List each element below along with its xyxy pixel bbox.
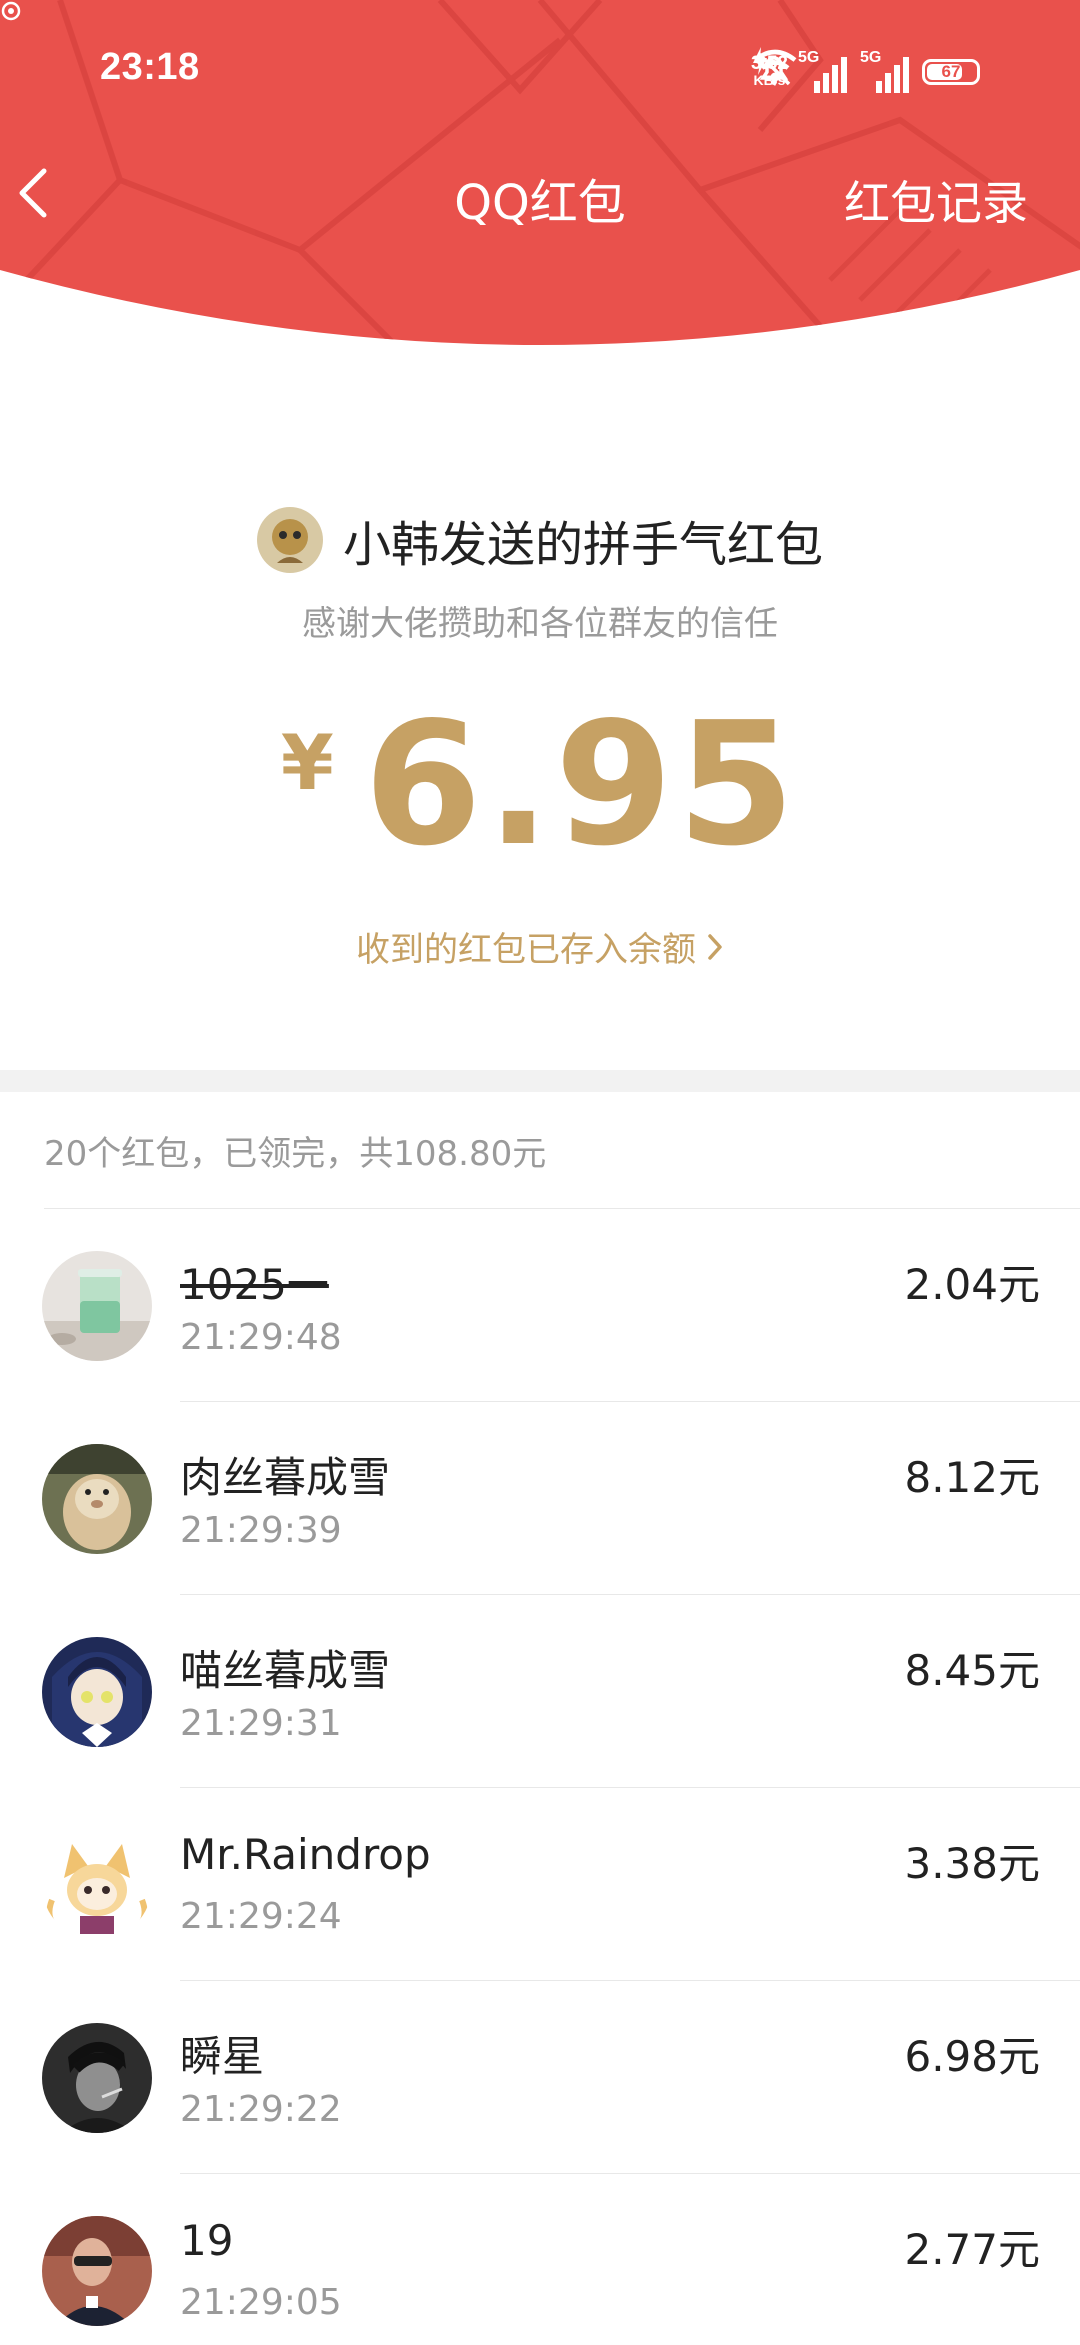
header: 23:18 3.52 KB/s 5G [0, 0, 1080, 372]
amount-value: 6.95 [363, 686, 800, 884]
list-item[interactable]: Mr.Raindrop 21:29:24 3.38元 [0, 1788, 1080, 1981]
sender-avatar[interactable] [256, 507, 323, 573]
sender-title: 小韩发送的拼手气红包 [342, 517, 823, 573]
recipient-name: 瞬星 [180, 2032, 265, 2081]
status-time: 23:18 [100, 46, 200, 88]
list-item[interactable]: 1025一 21:29:48 2.04元 [0, 1209, 1080, 1402]
battery-level: 67 [941, 62, 961, 81]
receive-amount: 6.98元 [904, 2032, 1040, 2081]
receive-time: 21:29:22 [180, 2089, 342, 2130]
status-icons: 3.52 KB/s 5G [751, 46, 980, 98]
chevron-right-icon [708, 933, 722, 960]
receive-time: 21:29:48 [180, 1317, 342, 1358]
balance-link-label: 收到的红包已存入余额 [356, 930, 696, 970]
signal-bars-icon [876, 57, 909, 93]
received-amount: ¥ 6.95 [0, 700, 1080, 880]
currency-symbol: ¥ [280, 718, 334, 807]
list-item[interactable]: 19 21:29:05 2.77元 [0, 2174, 1080, 2345]
signal-bars-icon [814, 57, 847, 93]
fox-girl-avatar [42, 1830, 152, 1940]
anime-girl-avatar [42, 1637, 152, 1747]
receive-time: 21:29:24 [180, 1896, 342, 1937]
list-item[interactable]: 瞬星 21:29:22 6.98元 [0, 1981, 1080, 2174]
hamster-avatar [42, 1444, 152, 1554]
sender-avatar-image [256, 507, 323, 573]
red-packet-record-link[interactable]: 红包记录 [844, 168, 1028, 238]
recipient-list: 1025一 21:29:48 2.04元 肉丝暮成雪 21:29:39 8.12… [0, 1209, 1080, 2345]
location-icon [1, 1, 21, 21]
list-item[interactable]: 肉丝暮成雪 21:29:39 8.12元 [0, 1402, 1080, 1595]
charging-icon [753, 47, 768, 75]
list-item[interactable]: 喵丝暮成雪 21:29:31 8.45元 [0, 1595, 1080, 1788]
recipient-name: 肉丝暮成雪 [180, 1453, 391, 1502]
receive-time: 21:29:39 [180, 1510, 342, 1551]
receive-amount: 3.38元 [904, 1839, 1040, 1888]
person-photo-avatar [42, 2216, 152, 2326]
receive-amount: 2.77元 [904, 2225, 1040, 2274]
recipient-name: Mr.Raindrop [180, 1830, 431, 1879]
blessing-message: 感谢大佬攒助和各位群友的信任 [302, 604, 778, 644]
receive-time: 21:29:31 [180, 1703, 342, 1744]
dark-portrait-avatar [42, 2023, 152, 2133]
receive-amount: 8.12元 [904, 1453, 1040, 1502]
screen: 23:18 3.52 KB/s 5G [0, 0, 1080, 2345]
recipient-name: 19 [180, 2216, 234, 2265]
status-bar: 23:18 3.52 KB/s 5G [0, 0, 1080, 140]
balance-link[interactable]: 收到的红包已存入余额 [0, 922, 1080, 971]
receive-amount: 2.04元 [904, 1260, 1040, 1309]
recipient-name: 1025一 [180, 1260, 329, 1309]
drink-photo-avatar [42, 1251, 152, 1361]
packet-summary: 20个红包，已领完，共108.80元 [44, 1134, 547, 1174]
section-divider [0, 1070, 1080, 1092]
recipient-name: 喵丝暮成雪 [180, 1646, 391, 1695]
receive-time: 21:29:05 [180, 2282, 342, 2323]
signal-sim2: 5G [860, 49, 912, 95]
signal-sim1: 5G [798, 49, 850, 95]
sender-row: 小韩发送的拼手气红包 [0, 500, 1080, 580]
battery-indicator: 67 [922, 59, 980, 85]
receive-amount: 8.45元 [904, 1646, 1040, 1695]
